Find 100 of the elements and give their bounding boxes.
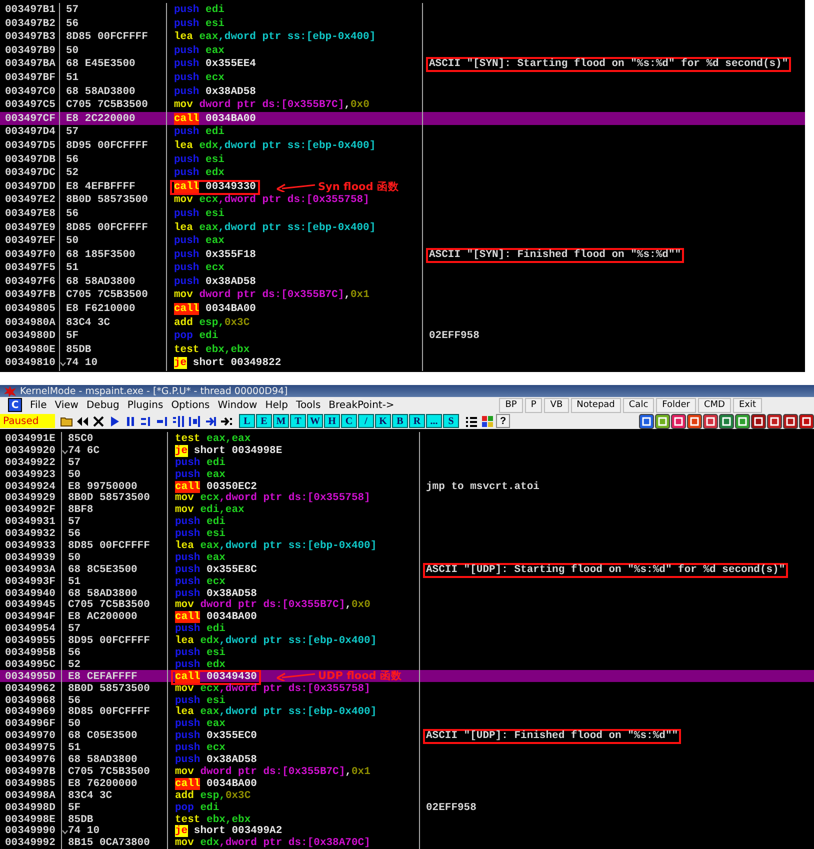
toolbar-button[interactable]: C — [341, 414, 357, 428]
annotation-label: UDP flood 函数 — [318, 670, 402, 681]
return-icon[interactable] — [204, 414, 217, 428]
code-row[interactable]: 003497B3 8D85 00FCFFFF lea eax,dword ptr ss:[ebp-0x400] — [0, 30, 805, 44]
hex-cell: 56 — [66, 154, 79, 166]
code-row[interactable]: 003497B9 50 push eax — [0, 44, 805, 58]
instruction-text: call 00350EC2 — [174, 480, 258, 493]
code-row[interactable]: 003497EF 50 push eax — [0, 234, 805, 248]
instruction-text: push edi — [174, 515, 226, 528]
grid-icon[interactable] — [481, 414, 494, 428]
hex-cell: C705 7C5B3500 — [66, 290, 148, 302]
menu-item[interactable]: View — [50, 400, 82, 410]
toolbar-button[interactable]: / — [358, 414, 374, 428]
comment-text: ASCII "[UDP]: Finished flood on "%s:%d"" — [423, 729, 682, 744]
menu-item[interactable]: File — [26, 400, 51, 410]
code-row[interactable]: 00349810 74 10 je short 00349822 — [0, 356, 805, 370]
menu-item[interactable]: Plugins — [123, 400, 168, 410]
toolbar-button[interactable]: ... — [426, 414, 442, 428]
trace-over-icon[interactable] — [188, 414, 201, 428]
code-row[interactable]: 003497DB 56 push esi — [0, 152, 805, 166]
hex-cell: 56 — [68, 648, 81, 660]
code-row[interactable]: 003497E2 8B0D 58573500 mov ecx,dword ptr ds:[0x355758] — [0, 193, 805, 207]
address-cell: 0034980E — [0, 342, 60, 358]
toolbar-button[interactable]: E — [256, 414, 272, 428]
menu-item[interactable]: Help — [261, 400, 292, 410]
help-button[interactable]: ? — [496, 414, 510, 428]
instruction-text: lea eax,dword ptr ss:[ebp-0x400] — [173, 30, 377, 45]
code-row[interactable]: 003497E9 8D85 00FCFFFF lea eax,dword ptr ss:[ebp-0x400] — [0, 220, 805, 234]
code-row[interactable]: 003497DD E8 4EFBFFFF call 00349330 Syn flood 函数 — [0, 180, 805, 194]
hex-cell: 8B15 0CA73800 — [68, 838, 150, 849]
toolbar-button[interactable]: M — [273, 414, 289, 428]
step-over-icon[interactable] — [156, 414, 169, 428]
code-row[interactable]: 003497B1 57 push edi — [0, 3, 805, 17]
toolbar-button[interactable]: W — [307, 414, 323, 428]
instruction-text: je short 0034998E — [174, 444, 284, 457]
code-row[interactable]: 003497C0 68 58AD3800 push 0x38AD58 — [0, 84, 805, 98]
code-row[interactable]: 003497BA 68 E45E3500 push 0x355EE4 ASCII "[SYN]: Starting flood on "%s:%d" for %d second(s)" — [0, 57, 805, 71]
code-row[interactable]: 003497D4 57 push edi — [0, 125, 805, 139]
instruction-text: test ebx,ebx — [173, 342, 251, 357]
instruction-text: push esi — [173, 16, 226, 31]
toolbar-button[interactable]: Calc — [622, 398, 654, 412]
instruction-text: mov dword ptr ds:[0x355B7C],0x0 — [173, 98, 370, 113]
instruction-text: call 0034BA00 — [174, 610, 258, 624]
instruction-text: push ecx — [173, 70, 226, 86]
toolbar-button[interactable]: BP — [499, 398, 523, 412]
address-cell: 00349990 — [0, 824, 62, 840]
code-row[interactable]: 0034995D E8 CEFAFFFF call 00349430 UDP flood 函数 — [0, 670, 814, 682]
toolbar-button[interactable]: R — [409, 414, 425, 428]
code-row[interactable]: 003497E8 56 push esi — [0, 206, 805, 220]
hex-cell: 57 — [68, 624, 81, 636]
instruction-text: je short 003499A2 — [174, 824, 284, 838]
trace-into-icon[interactable] — [172, 414, 185, 428]
toolbar-button[interactable]: H — [324, 414, 340, 428]
toolbar-button[interactable]: CMD — [698, 398, 731, 412]
list-icon[interactable] — [465, 414, 478, 428]
menu-item[interactable]: BreakPoint-> — [324, 400, 398, 410]
address-cell: 0034996F — [0, 717, 62, 732]
code-row[interactable]: 003497D5 8D95 00FCFFFF lea edx,dword ptr ss:[ebp-0x400] — [0, 138, 805, 153]
instruction-text: push edi — [173, 125, 226, 140]
hex-cell: 74 10 — [68, 826, 100, 838]
toolbar-button[interactable]: Notepad — [570, 398, 621, 412]
code-row[interactable]: 003497BF 51 push ecx — [0, 70, 805, 85]
instruction-text: mov dword ptr ds:[0x355B7C],0x1 — [173, 288, 370, 303]
code-row[interactable]: 0034980A 83C4 3C add esp,0x3C — [0, 316, 805, 330]
hex-cell: 50 — [68, 470, 81, 481]
toolbar-button[interactable]: Exit — [732, 398, 762, 412]
instruction-text: push ecx — [174, 741, 226, 754]
toolbar-button[interactable]: Folder — [656, 398, 696, 412]
toolbar-button[interactable]: K — [375, 414, 391, 428]
code-row[interactable]: 003497F0 68 185F3500 push 0x355F18 ASCII "[SYN]: Finished flood on "%s:%d"" — [0, 248, 805, 262]
address-cell: 0034998D — [0, 800, 62, 816]
toolbar-button[interactable]: P — [524, 398, 542, 412]
code-row[interactable]: 0034980D 5F pop edi 02EFF958 — [0, 329, 805, 343]
toolbar-button[interactable]: B — [392, 414, 408, 428]
instruction-text: lea eax,dword ptr ss:[ebp-0x400] — [174, 539, 378, 552]
menu-item[interactable]: Options — [167, 400, 214, 410]
code-row[interactable]: 003497CF E8 2C220000 call 0034BA00 — [0, 112, 805, 126]
toolbar-button[interactable]: T — [290, 414, 306, 428]
code-row[interactable]: 00349805 E8 F6210000 call 0034BA00 — [0, 302, 805, 316]
toolbar-button[interactable]: S — [443, 414, 459, 428]
close-icon[interactable] — [92, 414, 105, 428]
address-cell: 003497FB — [0, 288, 60, 304]
hex-cell: C705 7C5B3500 — [68, 766, 150, 778]
go-to-icon[interactable] — [220, 414, 233, 428]
step-into-icon[interactable] — [140, 414, 153, 428]
address-cell: 003497B1 — [0, 3, 60, 18]
code-row[interactable]: 003497F5 51 push ecx — [0, 261, 805, 275]
pause-icon[interactable] — [124, 414, 137, 428]
address-cell: 003497BA — [0, 57, 60, 72]
app-menu-icon[interactable]: C — [8, 398, 22, 412]
menu-item[interactable]: Window — [214, 400, 262, 410]
address-cell: 0034995D — [0, 670, 62, 685]
toolbar-button[interactable]: VB — [544, 398, 569, 412]
menu-item[interactable]: Tools — [292, 400, 325, 410]
address-cell: 0034997B — [0, 764, 62, 780]
code-row[interactable]: 003497F6 68 58AD3800 push 0x38AD58 — [0, 274, 805, 288]
code-row[interactable]: 003497B2 56 push esi — [0, 16, 805, 30]
instruction-text: push 0x38AD58 — [173, 84, 257, 99]
toolbar-button[interactable]: L — [239, 414, 255, 428]
menu-item[interactable]: Debug — [82, 400, 124, 410]
